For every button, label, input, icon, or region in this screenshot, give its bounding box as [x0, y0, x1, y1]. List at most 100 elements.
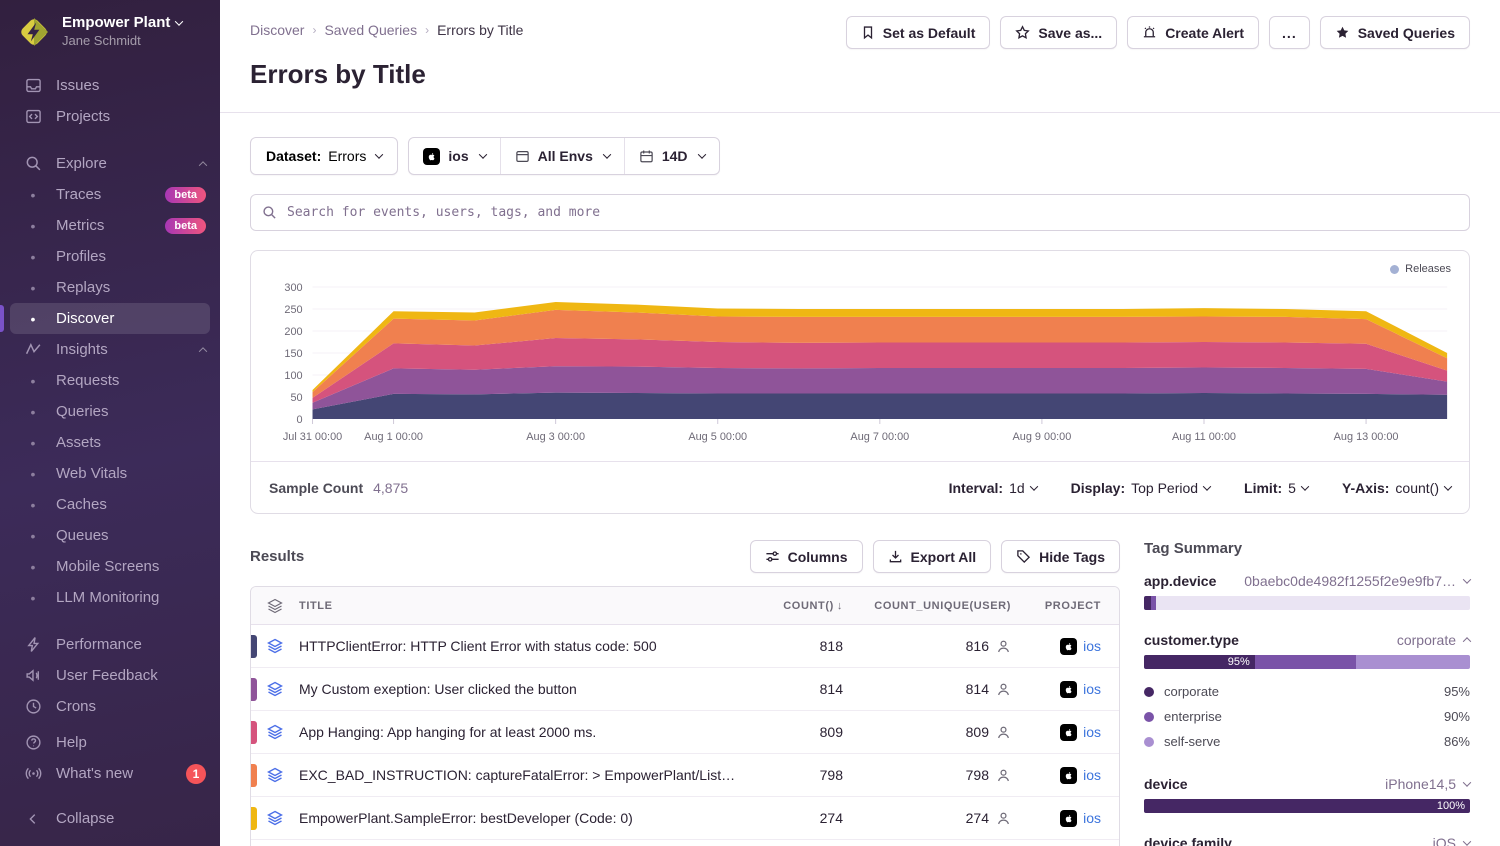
sidebar-item-whats-new[interactable]: What's new 1: [0, 758, 220, 789]
sample-count-label: Sample Count: [269, 480, 363, 496]
sidebar-nav: Issues Projects Explore •Tracesbeta •Met…: [0, 60, 220, 846]
facet-value-row[interactable]: corporate 95%: [1144, 679, 1470, 704]
chart-card: Releases 050100150200250300Jul 31 00:00A…: [250, 250, 1470, 514]
breadcrumb-saved-queries[interactable]: Saved Queries: [324, 22, 417, 38]
column-project[interactable]: PROJECT: [1011, 600, 1119, 612]
sidebar-item-queues[interactable]: •Queues: [0, 520, 220, 551]
sidebar-item-projects[interactable]: Projects: [0, 101, 220, 132]
sidebar-item-label: Requests: [56, 372, 119, 389]
chevron-down-icon[interactable]: [1463, 778, 1471, 786]
chevron-down-icon: [1203, 482, 1211, 490]
yaxis-selector[interactable]: Y-Axis:count(): [1342, 480, 1451, 496]
event-title-link[interactable]: App Hanging: App hanging for at least 20…: [299, 724, 596, 740]
project-link[interactable]: ios: [1083, 638, 1101, 654]
sidebar-collapse-button[interactable]: Collapse: [0, 803, 220, 834]
more-options-button[interactable]: ...: [1269, 16, 1310, 49]
sidebar-item-label: Profiles: [56, 248, 106, 265]
sidebar-item-performance[interactable]: Performance: [0, 629, 220, 660]
stack-icon[interactable]: [251, 810, 299, 826]
sidebar-item-profiles[interactable]: •Profiles: [0, 241, 220, 272]
sidebar-item-issues[interactable]: Issues: [0, 70, 220, 101]
facet-top-value[interactable]: iPhone14,5: [1196, 776, 1456, 792]
sidebar-item-replays[interactable]: •Replays: [0, 272, 220, 303]
sidebar-item-insights[interactable]: Insights: [0, 334, 220, 365]
breadcrumb-discover[interactable]: Discover: [250, 22, 304, 38]
series-color-chip: [251, 764, 257, 787]
save-as-button[interactable]: Save as...: [1000, 16, 1117, 49]
svg-text:Aug 7 00:00: Aug 7 00:00: [850, 431, 909, 443]
create-alert-button[interactable]: Create Alert: [1127, 16, 1259, 49]
sidebar-item-label: Traces: [56, 186, 101, 203]
table-row: EmpowerPlant.SampleError: bestDeveloper …: [251, 797, 1119, 840]
export-all-button[interactable]: Export All: [873, 540, 992, 573]
facet-top-value[interactable]: iOS: [1240, 835, 1456, 846]
facet-value-row[interactable]: enterprise 90%: [1144, 704, 1470, 729]
dataset-selector[interactable]: Dataset: Errors: [250, 137, 398, 175]
facet-top-value[interactable]: 0baebc0de4982f1255f2e9e9fb7…: [1224, 573, 1456, 589]
megaphone-icon: [24, 667, 42, 685]
project-link[interactable]: ios: [1083, 681, 1101, 697]
sidebar-item-metrics[interactable]: •Metricsbeta: [0, 210, 220, 241]
search-input[interactable]: [250, 194, 1470, 231]
event-title-link[interactable]: EmpowerPlant.SampleError: bestDeveloper …: [299, 810, 633, 826]
sidebar-item-traces[interactable]: •Tracesbeta: [0, 179, 220, 210]
sidebar-item-explore[interactable]: Explore: [0, 148, 220, 179]
sidebar-item-web-vitals[interactable]: •Web Vitals: [0, 458, 220, 489]
stack-icon[interactable]: [251, 767, 299, 783]
project-link[interactable]: ios: [1083, 724, 1101, 740]
column-count-unique[interactable]: COUNT_UNIQUE(USER): [843, 600, 1011, 612]
search-icon: [24, 155, 42, 173]
page-title: Errors by Title: [250, 59, 1470, 90]
event-title-link[interactable]: EXC_BAD_INSTRUCTION: captureFatalError: …: [299, 767, 735, 783]
trend-chart[interactable]: Releases 050100150200250300Jul 31 00:00A…: [251, 251, 1469, 461]
facet-distribution-bar[interactable]: 95%: [1144, 655, 1470, 669]
svg-text:250: 250: [284, 304, 302, 316]
svg-text:Aug 5 00:00: Aug 5 00:00: [688, 431, 747, 443]
sidebar-item-mobile-screens[interactable]: •Mobile Screens: [0, 551, 220, 582]
sidebar-item-help[interactable]: Help: [0, 727, 220, 758]
event-title-link[interactable]: My Custom exeption: User clicked the but…: [299, 681, 577, 697]
chevron-down-icon[interactable]: [1463, 837, 1471, 845]
org-switcher[interactable]: Empower Plant Jane Schmidt: [0, 0, 220, 60]
sidebar-item-caches[interactable]: •Caches: [0, 489, 220, 520]
facet-distribution-bar[interactable]: [1144, 596, 1470, 610]
project-filter[interactable]: ios: [409, 138, 499, 174]
sidebar-item-llm-monitoring[interactable]: •LLM Monitoring: [0, 582, 220, 613]
stack-icon[interactable]: [251, 638, 299, 654]
limit-selector[interactable]: Limit:5: [1244, 480, 1308, 496]
stack-icon[interactable]: [251, 681, 299, 697]
column-count[interactable]: COUNT()↓: [748, 600, 843, 612]
table-row: App Hanging: App hanging for at least 20…: [251, 711, 1119, 754]
facet-value-pct: 86%: [1444, 734, 1470, 749]
sidebar-item-crons[interactable]: Crons: [0, 691, 220, 722]
sidebar-item-assets[interactable]: •Assets: [0, 427, 220, 458]
display-selector[interactable]: Display:Top Period: [1071, 480, 1210, 496]
set-as-default-button[interactable]: Set as Default: [846, 16, 991, 49]
chart-legend[interactable]: Releases: [1390, 263, 1451, 275]
sidebar-item-user-feedback[interactable]: User Feedback: [0, 660, 220, 691]
sidebar-item-queries[interactable]: •Queries: [0, 396, 220, 427]
date-range-filter[interactable]: 14D: [624, 138, 719, 174]
count-unique-value: 814: [966, 681, 989, 697]
chevron-down-icon[interactable]: [1463, 575, 1471, 583]
hide-tags-button[interactable]: Hide Tags: [1001, 540, 1120, 573]
interval-selector[interactable]: Interval:1d: [949, 480, 1037, 496]
table-header: TITLE COUNT()↓ COUNT_UNIQUE(USER) PROJEC…: [251, 587, 1119, 625]
user-icon: [996, 725, 1011, 740]
chevron-up-icon[interactable]: [1463, 637, 1471, 645]
saved-queries-button[interactable]: Saved Queries: [1320, 16, 1470, 49]
facet-value-row[interactable]: self-serve 86%: [1144, 729, 1470, 754]
project-link[interactable]: ios: [1083, 767, 1101, 783]
project-link[interactable]: ios: [1083, 810, 1101, 826]
facet-distribution-bar[interactable]: 100%: [1144, 799, 1470, 813]
environment-filter[interactable]: All Envs: [500, 138, 624, 174]
facet-top-value[interactable]: corporate: [1247, 632, 1456, 648]
column-title[interactable]: TITLE: [299, 600, 748, 612]
facet-name: customer.type: [1144, 632, 1239, 648]
sidebar-item-discover[interactable]: •Discover: [0, 303, 220, 334]
columns-button[interactable]: Columns: [750, 540, 863, 573]
event-title-link[interactable]: HTTPClientError: HTTP Client Error with …: [299, 638, 657, 654]
stack-icon[interactable]: [251, 724, 299, 740]
facet-value-name: enterprise: [1164, 709, 1222, 724]
sidebar-item-requests[interactable]: •Requests: [0, 365, 220, 396]
